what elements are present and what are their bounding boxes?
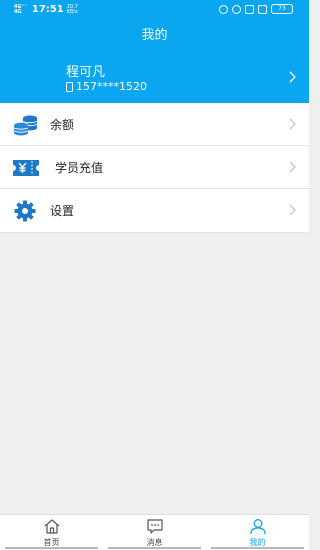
coins-stack-icon <box>13 115 38 136</box>
yuan-ticket-icon <box>13 160 39 176</box>
gear-icon <box>14 200 36 222</box>
menu-item-label: 设置 <box>50 204 75 218</box>
home-icon <box>44 519 59 534</box>
chevron-right-icon <box>289 204 296 216</box>
status-right: 73 <box>219 4 293 14</box>
network-speed-unit: KB/s <box>66 8 78 15</box>
profile-card[interactable]: 程可凡 157****1520 <box>0 52 309 103</box>
hd-call-icon <box>258 4 267 14</box>
tab-underline <box>108 547 201 549</box>
menu-item-settings[interactable]: 设置 <box>0 189 309 233</box>
tab-messages[interactable]: 消息 <box>103 515 206 550</box>
tab-underline <box>211 547 304 549</box>
signal-indicator: 4G⁺⁺ 4G <box>14 4 27 15</box>
mute-icon <box>245 4 254 14</box>
signal-bottom-label: 4G <box>14 8 22 15</box>
title-bar: 我的 <box>0 20 309 52</box>
status-bar: 4G⁺⁺ 4G 17:51 20.7 KB/s 73 <box>0 0 309 20</box>
bottom-tab-bar: 首页 消息 我的 <box>0 514 309 550</box>
chevron-right-icon <box>289 118 296 130</box>
alarm-icon <box>232 4 241 14</box>
chevron-right-icon <box>289 161 296 173</box>
menu-item-balance[interactable]: 余额 <box>0 103 309 146</box>
chevron-right-icon <box>289 71 296 83</box>
tab-underline <box>5 547 98 549</box>
page-title: 我的 <box>141 28 168 43</box>
phone-icon <box>66 81 73 92</box>
tab-mine[interactable]: 我的 <box>206 515 309 550</box>
status-time: 17:51 <box>31 4 64 15</box>
menu-item-student-recharge[interactable]: 学员充值 <box>0 146 309 189</box>
status-left: 4G⁺⁺ 4G 17:51 20.7 KB/s <box>14 4 78 15</box>
menu-list: 余额 学员充值 设置 <box>0 103 309 233</box>
profile-phone-row: 157****1520 <box>66 80 147 93</box>
location-icon <box>219 4 228 14</box>
person-icon <box>249 519 266 535</box>
message-icon <box>146 519 163 534</box>
profile-phone: 157****1520 <box>76 80 147 93</box>
tab-home[interactable]: 首页 <box>0 515 103 550</box>
avatar <box>14 58 50 94</box>
battery-indicator: 73 <box>271 4 293 14</box>
menu-item-label: 学员充值 <box>55 160 104 175</box>
profile-name: 程可凡 <box>66 65 106 80</box>
network-speed: 20.7 KB/s <box>66 4 78 15</box>
menu-item-label: 余额 <box>50 117 75 132</box>
